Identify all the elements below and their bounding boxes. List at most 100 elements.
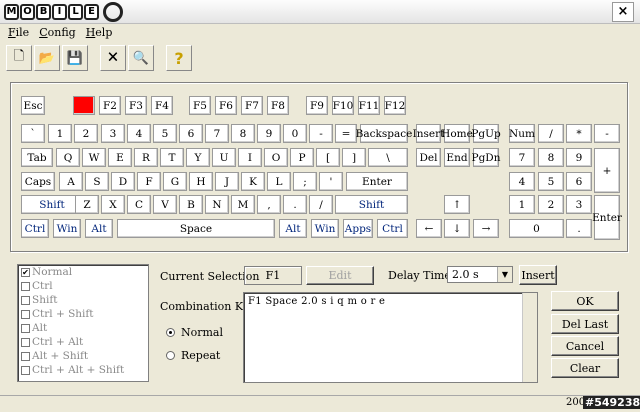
key-equal[interactable]: =: [335, 124, 357, 143]
insert-button[interactable]: Insert: [519, 265, 557, 285]
key-k9[interactable]: 9: [257, 124, 281, 143]
key-b[interactable]: B: [179, 195, 203, 214]
key-bslash[interactable]: \: [368, 148, 408, 167]
checkbox-icon[interactable]: [21, 309, 30, 319]
save-disk-icon[interactable]: 💾: [62, 45, 88, 71]
modifier-item[interactable]: Alt + Shift: [18, 349, 148, 363]
key-z[interactable]: Z: [75, 195, 99, 214]
key-tab[interactable]: Tab: [21, 148, 53, 167]
key-i[interactable]: I: [238, 148, 262, 167]
del-last-button[interactable]: Del Last: [551, 314, 619, 334]
cancel-button[interactable]: Cancel: [551, 336, 619, 356]
key-home[interactable]: Home: [441, 124, 473, 143]
key-np4[interactable]: 4: [509, 172, 535, 191]
key-np8[interactable]: 8: [538, 148, 564, 167]
key-esc[interactable]: Esc: [21, 96, 45, 115]
key-lalt[interactable]: Alt: [85, 219, 113, 238]
key-lshift[interactable]: Shift: [21, 195, 83, 214]
modifier-item[interactable]: Ctrl + Shift: [18, 307, 148, 321]
key-f11[interactable]: F11: [358, 96, 380, 115]
help-icon[interactable]: ?: [166, 45, 192, 71]
key-r[interactable]: R: [134, 148, 158, 167]
delay-time-select[interactable]: 2.0 s ▼: [447, 266, 513, 283]
radio-repeat[interactable]: Repeat: [166, 349, 220, 362]
key-k2[interactable]: 2: [74, 124, 98, 143]
checkbox-checked-icon[interactable]: ✔: [21, 267, 30, 277]
key-quote[interactable]: ': [319, 172, 343, 191]
modifier-item[interactable]: Alt: [18, 321, 148, 335]
key-end[interactable]: End: [444, 148, 470, 167]
key-f7[interactable]: F7: [241, 96, 263, 115]
preview-icon[interactable]: 🔍: [128, 45, 154, 71]
key-k7[interactable]: 7: [205, 124, 229, 143]
key-pgdn[interactable]: PgDn: [472, 148, 500, 167]
checkbox-icon[interactable]: [21, 281, 30, 291]
checkbox-icon[interactable]: [21, 351, 30, 361]
edit-button[interactable]: Edit: [306, 266, 374, 285]
modifier-list[interactable]: ✔ Normal Ctrl Shift Ctrl + Shift Alt Ctrl + Al…: [17, 264, 149, 382]
checkbox-icon[interactable]: [21, 365, 30, 375]
key-npadd[interactable]: +: [594, 148, 620, 193]
key-k5[interactable]: 5: [153, 124, 177, 143]
key-g[interactable]: G: [163, 172, 187, 191]
key-f5[interactable]: F5: [189, 96, 211, 115]
key-u[interactable]: U: [212, 148, 236, 167]
modifier-item[interactable]: Ctrl + Alt: [18, 335, 148, 349]
key-d[interactable]: D: [111, 172, 135, 191]
modifier-item[interactable]: Ctrl: [18, 279, 148, 293]
key-backspace[interactable]: Backspace: [356, 124, 412, 143]
key-caps[interactable]: Caps: [21, 172, 55, 191]
key-enter[interactable]: Enter: [346, 172, 408, 191]
key-np1[interactable]: 1: [509, 195, 535, 214]
key-x[interactable]: X: [101, 195, 125, 214]
key-lbr[interactable]: [: [316, 148, 340, 167]
key-semi[interactable]: ;: [293, 172, 317, 191]
key-f10[interactable]: F10: [332, 96, 354, 115]
delete-icon[interactable]: 🗙: [100, 45, 126, 71]
key-np9[interactable]: 9: [566, 148, 592, 167]
open-folder-icon[interactable]: 📂: [34, 45, 60, 71]
modifier-item[interactable]: ✔ Normal: [18, 265, 148, 279]
key-rbr[interactable]: ]: [342, 148, 366, 167]
modifier-item[interactable]: Shift: [18, 293, 148, 307]
key-f[interactable]: F: [137, 172, 161, 191]
key-f6[interactable]: F6: [215, 96, 237, 115]
key-p[interactable]: P: [290, 148, 314, 167]
key-lwin[interactable]: Win: [53, 219, 81, 238]
key-rwin[interactable]: Win: [311, 219, 339, 238]
key-npenter[interactable]: Enter: [592, 195, 622, 240]
key-np5[interactable]: 5: [538, 172, 564, 191]
key-e[interactable]: E: [108, 148, 132, 167]
key-k0[interactable]: 0: [283, 124, 307, 143]
key-insert[interactable]: Insert: [413, 124, 444, 143]
key-apps[interactable]: Apps: [343, 219, 373, 238]
key-np6[interactable]: 6: [566, 172, 592, 191]
menu-config[interactable]: Config: [39, 24, 76, 42]
key-l[interactable]: L: [267, 172, 291, 191]
close-button[interactable]: ×: [612, 2, 634, 22]
key-up[interactable]: ↑: [444, 195, 470, 214]
key-n[interactable]: N: [205, 195, 229, 214]
key-npsub[interactable]: -: [594, 124, 620, 143]
key-left[interactable]: ←: [416, 219, 442, 238]
key-s[interactable]: S: [85, 172, 109, 191]
key-rshift[interactable]: Shift: [335, 195, 408, 214]
clear-button[interactable]: Clear: [551, 358, 619, 378]
key-f2[interactable]: F2: [99, 96, 121, 115]
key-k8[interactable]: 8: [231, 124, 255, 143]
key-np3[interactable]: 3: [566, 195, 592, 214]
key-f8[interactable]: F8: [267, 96, 289, 115]
menu-file[interactable]: File: [8, 24, 29, 42]
key-lctrl[interactable]: Ctrl: [21, 219, 49, 238]
key-backtick[interactable]: `: [21, 124, 45, 143]
key-c[interactable]: C: [127, 195, 151, 214]
key-w[interactable]: W: [82, 148, 106, 167]
key-num[interactable]: Num: [509, 124, 535, 143]
key-f3[interactable]: F3: [125, 96, 147, 115]
key-y[interactable]: Y: [186, 148, 210, 167]
chevron-down-icon[interactable]: ▼: [497, 267, 512, 282]
key-a[interactable]: A: [59, 172, 83, 191]
key-f9[interactable]: F9: [306, 96, 328, 115]
modifier-item[interactable]: Ctrl + Alt + Shift: [18, 363, 148, 377]
key-minus[interactable]: -: [309, 124, 333, 143]
